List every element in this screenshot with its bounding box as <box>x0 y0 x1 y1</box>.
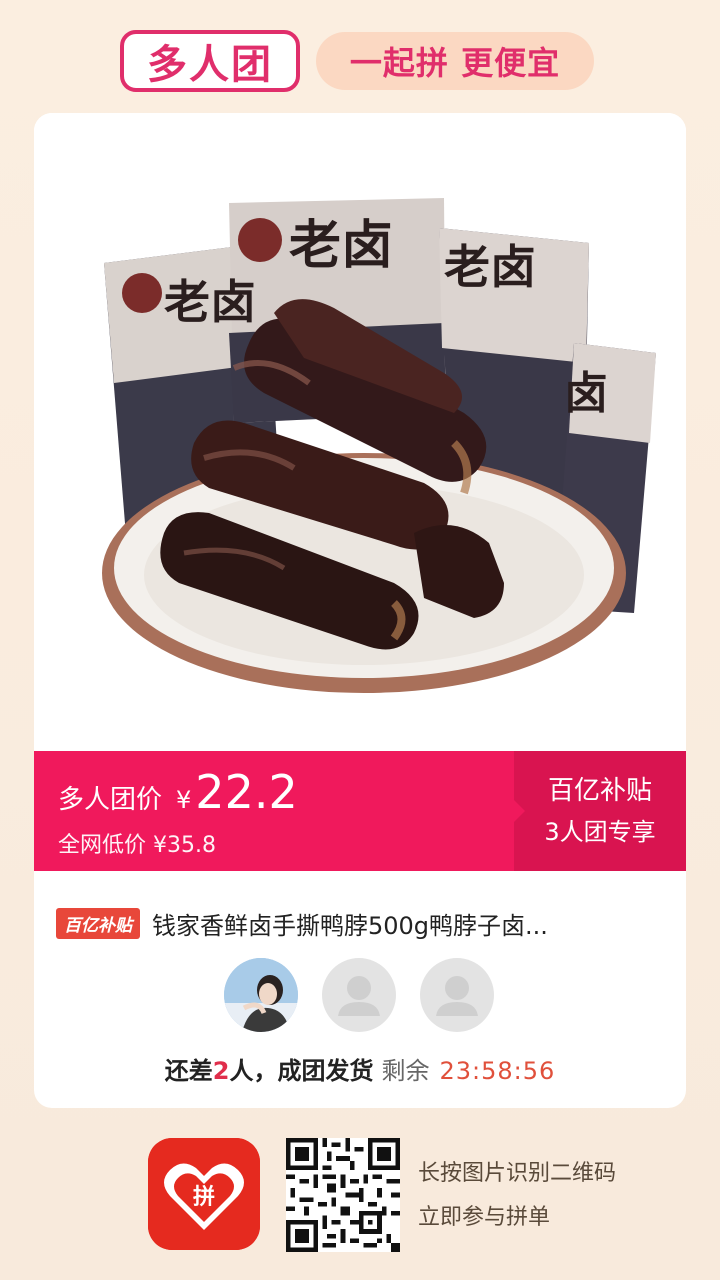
price-block: 多人团价 ¥ 22.2 全网低价 ¥35.8 <box>58 765 298 859</box>
missing-count: 2 <box>212 1057 230 1085</box>
group-price-label: 多人团价 <box>58 785 163 815</box>
price-banner: 多人团价 ¥ 22.2 全网低价 ¥35.8 百亿补贴 3人团专享 <box>34 751 686 871</box>
status-suffix: 人，成团发货 <box>229 1057 374 1085</box>
product-title-row[interactable]: 百亿补贴 钱家香鲜卤手撕鸭脖500g鸭脖子卤... <box>56 903 666 943</box>
product-title[interactable]: 钱家香鲜卤手撕鸭脖500g鸭脖子卤... <box>152 906 548 941</box>
countdown-timer: 23:58:56 <box>439 1057 556 1085</box>
app-logo-icon: 拼 <box>148 1138 260 1250</box>
svg-text:卤: 卤 <box>564 368 608 419</box>
status-prefix: 还差 <box>164 1057 213 1085</box>
product-image[interactable]: 老卤 老卤 老卤 卤 <box>34 113 686 751</box>
group-buy-card[interactable]: 老卤 老卤 老卤 卤 多人团价 ¥ 22.2 全网低价 ¥35.8 百亿补贴 3… <box>34 113 686 1108</box>
qr-hint: 长按图片识别二维码 立即参与拼单 <box>418 1152 616 1240</box>
footer: 拼 长按图片识别二维码 立即参与拼单 <box>0 1120 720 1280</box>
avatar-placeholder-icon <box>322 958 396 1032</box>
svg-text:拼: 拼 <box>193 1184 215 1210</box>
qr-code[interactable] <box>286 1138 400 1252</box>
subsidy-block: 百亿补贴 3人团专享 <box>513 751 686 871</box>
header: 多人团 一起拼 更便宜 <box>0 0 720 110</box>
currency-symbol: ¥ <box>176 786 192 814</box>
qr-hint-line2: 立即参与拼单 <box>418 1205 551 1230</box>
participant-avatars <box>224 958 504 1034</box>
avatar-placeholder-icon <box>420 958 494 1032</box>
slogan-text: 一起拼 更便宜 <box>349 44 561 82</box>
logo-badge: 多人团 <box>120 30 300 92</box>
remaining-label: 剩余 <box>381 1057 430 1085</box>
svg-text:老卤: 老卤 <box>444 240 536 294</box>
subsidy-subtitle: 3人团专享 <box>544 818 656 846</box>
group-status: 还差2人，成团发货 剩余 23:58:56 <box>34 1051 686 1086</box>
group-price: 22.2 <box>195 765 298 819</box>
svg-text:老卤: 老卤 <box>164 275 256 329</box>
qr-hint-line1: 长按图片识别二维码 <box>418 1161 617 1186</box>
subsidy-tag: 百亿补贴 <box>56 907 140 939</box>
svg-text:老卤: 老卤 <box>289 216 393 276</box>
slogan-pill: 一起拼 更便宜 <box>316 32 594 90</box>
logo-text: 多人团 <box>147 42 273 88</box>
subsidy-title: 百亿补贴 <box>547 776 652 806</box>
original-price: 全网低价 ¥35.8 <box>58 833 216 858</box>
avatar-photo <box>224 958 298 1032</box>
